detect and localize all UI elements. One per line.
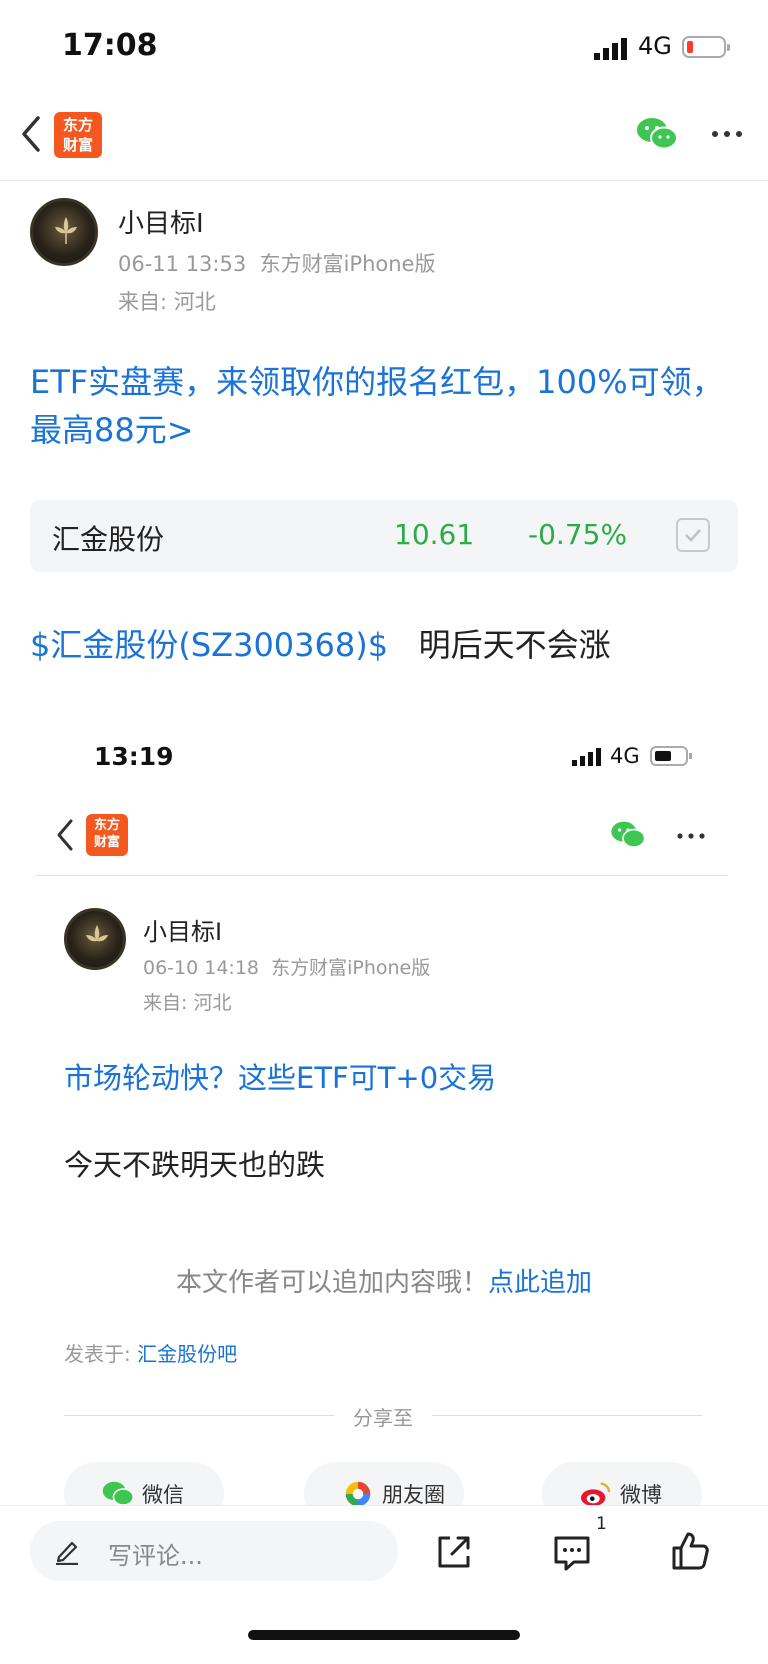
embedded-app-logo: 东方 财富 — [86, 814, 128, 856]
embedded-battery-icon — [650, 746, 692, 766]
comment-icon[interactable] — [552, 1532, 592, 1572]
avatar[interactable] — [30, 198, 98, 266]
weibo-icon — [581, 1482, 611, 1507]
append-link[interactable]: 点此追加 — [488, 1268, 592, 1298]
append-prompt: 本文作者可以追加内容哦！点此追加 — [0, 1262, 768, 1299]
append-text: 本文作者可以追加内容哦！ — [175, 1268, 488, 1298]
comment-input[interactable]: 写评论... — [30, 1521, 398, 1581]
pen-icon — [56, 1541, 78, 1565]
posted-in-label: 发表于: — [64, 1342, 131, 1366]
signal-icon — [594, 38, 627, 60]
embedded-promo-link: 市场轮动快？这些ETF可T+0交易 — [64, 1061, 497, 1095]
logo-line-1: 东方 — [62, 116, 93, 134]
wechat-icon[interactable] — [636, 116, 678, 152]
stock-change: -0.75% — [528, 518, 628, 551]
embedded-post-device: 东方财富iPhone版 — [271, 957, 431, 979]
post-body-text: 明后天不会涨 — [418, 626, 611, 664]
stock-price: 10.61 — [394, 518, 475, 551]
post-body: $汇金股份(SZ300368)$ 明后天不会涨 — [30, 620, 611, 666]
logo-line-2: 财富 — [62, 136, 93, 154]
nav-divider — [0, 180, 768, 181]
stock-add-checkbox[interactable] — [676, 518, 710, 552]
author-name[interactable]: 小目标I — [118, 203, 204, 240]
embedded-status-time: 13:19 — [94, 742, 174, 771]
embedded-post-location: 来自: 河北 — [143, 992, 232, 1014]
share-divider-left — [64, 1415, 334, 1416]
forum-link[interactable]: 汇金股份吧 — [137, 1342, 237, 1366]
post-device: 东方财富iPhone版 — [259, 252, 436, 276]
embedded-author-name: 小目标I — [143, 918, 223, 946]
embedded-flower-icon — [86, 925, 108, 942]
embedded-more-icon — [677, 833, 705, 839]
moments-icon — [345, 1481, 371, 1507]
share-divider-right — [432, 1415, 702, 1416]
like-icon[interactable] — [670, 1530, 710, 1572]
stock-tag-link[interactable]: $汇金股份(SZ300368)$ — [30, 626, 388, 664]
back-icon[interactable] — [18, 114, 44, 154]
wechat-icon — [102, 1481, 134, 1506]
embedded-network-label: 4G — [610, 744, 640, 768]
post-meta: 06-11 13:53 东方财富iPhone版 — [118, 248, 435, 278]
embedded-avatar — [64, 908, 126, 970]
comment-placeholder: 写评论... — [108, 1542, 203, 1570]
home-indicator — [248, 1630, 520, 1640]
embedded-logo-line-1: 东方 — [93, 818, 120, 833]
post-location: 来自: 河北 — [118, 290, 216, 314]
stock-name: 汇金股份 — [52, 523, 165, 556]
embedded-post-body: 今天不跌明天也的跌 — [64, 1148, 326, 1182]
stock-card[interactable]: 汇金股份 10.61 -0.75% — [30, 500, 738, 572]
share-icon[interactable] — [434, 1532, 474, 1572]
network-label: 4G — [638, 32, 672, 60]
share-label: 分享至 — [353, 1406, 413, 1430]
embedded-nav-divider — [36, 875, 728, 876]
comment-count: 1 — [596, 1514, 607, 1534]
embedded-logo-line-2: 财富 — [93, 835, 120, 850]
battery-icon — [682, 36, 730, 58]
more-icon[interactable] — [710, 122, 744, 146]
embedded-signal-icon — [572, 748, 601, 766]
embedded-wechat-icon — [611, 821, 646, 848]
checkmark-icon — [685, 529, 701, 542]
status-time: 17:08 — [62, 28, 158, 63]
app-logo: 东方 财富 — [54, 112, 102, 158]
embedded-post-meta: 06-10 14:18 东方财富iPhone版 — [143, 953, 430, 980]
embedded-post-time: 06-10 14:18 — [143, 957, 260, 979]
flower-icon — [55, 217, 77, 244]
post-time: 06-11 13:53 — [118, 252, 247, 276]
embedded-back-icon — [57, 819, 73, 851]
promo-link[interactable]: ETF实盘赛，来领取你的报名红包，100%可领，最高88元> — [30, 358, 730, 454]
posted-in: 发表于: 汇金股份吧 — [64, 1338, 237, 1367]
